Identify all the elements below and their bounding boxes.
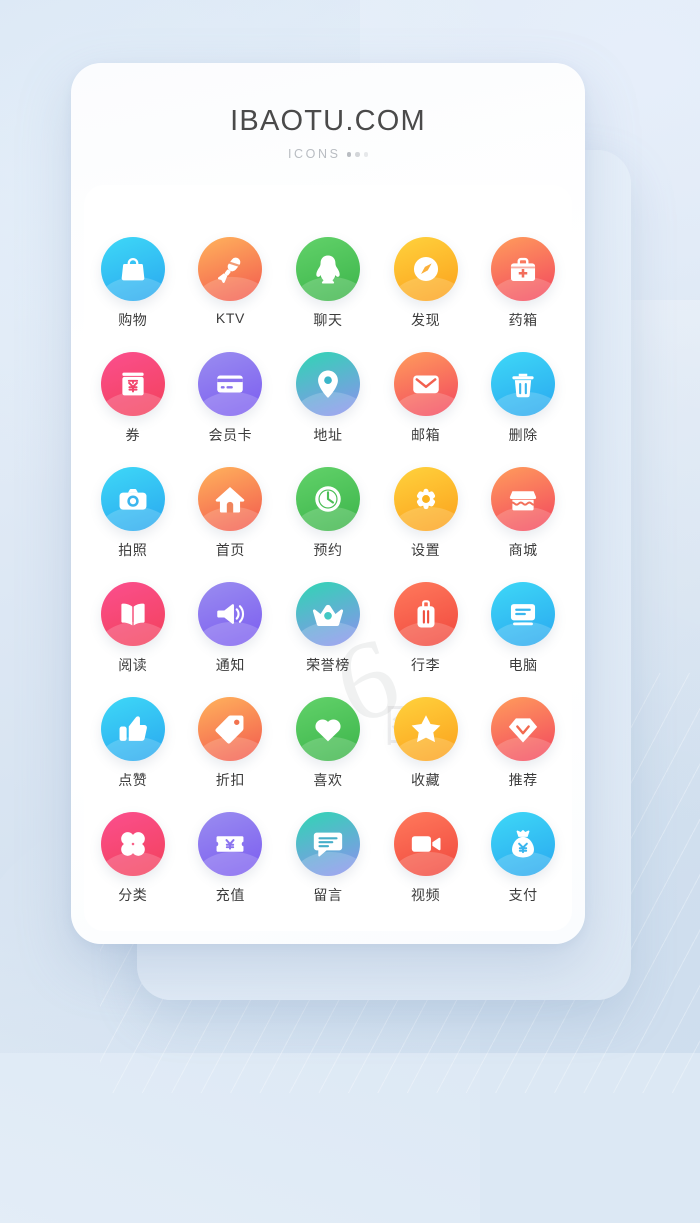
icon-label: 行李 <box>410 657 441 673</box>
icon-label: 电脑 <box>508 657 538 673</box>
open-book-icon[interactable] <box>100 582 165 646</box>
message-comment-icon[interactable] <box>295 812 360 876</box>
icon-label: 荣誉榜 <box>306 657 350 673</box>
icon-grid: 购物 KTV 聊天 发现 药箱券 会员卡 地址 邮箱 删除拍照 首页 预约 设置 商城阅读 通知 荣誉榜 行李… <box>84 237 572 905</box>
icon-cell-home[interactable]: 首页 <box>182 467 280 560</box>
money-bag-pay-icon[interactable] <box>491 812 556 876</box>
computer-monitor-icon[interactable] <box>491 582 556 646</box>
icon-label: 喜欢 <box>313 772 343 788</box>
icon-cell-crown-honor[interactable]: 荣誉榜 <box>279 582 377 675</box>
icon-cell-trash-delete[interactable]: 删除 <box>474 352 572 445</box>
trash-delete-icon[interactable] <box>491 352 556 416</box>
icon-cell-location-pin[interactable]: 地址 <box>279 352 377 445</box>
video-camera-icon[interactable] <box>393 812 458 876</box>
icon-cell-membership-card[interactable]: 会员卡 <box>182 352 280 445</box>
card-header: IBAOTU.COM ICONS <box>71 63 585 161</box>
icon-label: 阅读 <box>118 657 148 673</box>
page-title: IBAOTU.COM <box>230 105 426 137</box>
clock-appointment-icon[interactable] <box>295 467 360 531</box>
icon-label: 邮箱 <box>410 427 441 443</box>
speaker-notification-icon[interactable] <box>198 582 263 646</box>
icon-cell-compass[interactable]: 发现 <box>377 237 475 330</box>
icon-label: 药箱 <box>508 312 538 328</box>
icon-label: 充值 <box>215 887 245 903</box>
location-pin-icon[interactable] <box>295 352 360 416</box>
icon-label: KTV <box>215 310 245 326</box>
gear-settings-icon[interactable] <box>393 467 458 531</box>
microphone-icon[interactable] <box>198 237 263 301</box>
coupon-yuan-icon[interactable] <box>100 352 165 416</box>
icon-label: 视频 <box>410 887 441 903</box>
icon-cell-category-clover[interactable]: 分类 <box>84 812 182 905</box>
home-icon[interactable] <box>198 467 263 531</box>
icon-label: 聊天 <box>313 312 343 328</box>
icon-label: 通知 <box>215 657 245 673</box>
icon-cell-store-shop[interactable]: 商城 <box>474 467 572 560</box>
icon-cell-gear-settings[interactable]: 设置 <box>377 467 475 560</box>
icon-cell-coupon-yuan[interactable]: 券 <box>84 352 182 445</box>
icon-cell-heart-like[interactable]: 喜欢 <box>279 697 377 790</box>
ellipsis-dots-icon <box>346 151 369 157</box>
recharge-ticket-icon[interactable] <box>198 812 263 876</box>
shopping-bag-icon[interactable] <box>100 237 165 301</box>
icon-cell-money-bag-pay[interactable]: 支付 <box>474 812 572 905</box>
icon-cell-luggage[interactable]: 行李 <box>377 582 475 675</box>
diamond-recommend-icon[interactable] <box>491 697 556 761</box>
icon-cell-clock-appointment[interactable]: 预约 <box>279 467 377 560</box>
thumbs-up-icon[interactable] <box>100 697 165 761</box>
icon-label: 发现 <box>410 312 441 328</box>
icon-cell-penguin-chat[interactable]: 聊天 <box>279 237 377 330</box>
icon-label: 支付 <box>508 887 538 903</box>
icon-cell-video-camera[interactable]: 视频 <box>377 812 475 905</box>
subtitle-row: ICONS <box>71 147 585 161</box>
icon-label: 设置 <box>410 542 441 558</box>
icon-label: 留言 <box>313 887 343 903</box>
penguin-chat-icon[interactable] <box>295 237 360 301</box>
icon-cell-open-book[interactable]: 阅读 <box>84 582 182 675</box>
icon-label: 商城 <box>508 542 538 558</box>
icon-cell-microphone[interactable]: KTV <box>182 237 280 330</box>
icon-cell-shopping-bag[interactable]: 购物 <box>84 237 182 330</box>
icon-cell-mail-envelope[interactable]: 邮箱 <box>377 352 475 445</box>
icon-cell-diamond-recommend[interactable]: 推荐 <box>474 697 572 790</box>
icon-cell-speaker-notification[interactable]: 通知 <box>182 582 280 675</box>
icon-label: 地址 <box>313 427 343 443</box>
store-shop-icon[interactable] <box>491 467 556 531</box>
icon-label: 分类 <box>118 887 148 903</box>
icon-label: 购物 <box>118 312 148 328</box>
icon-label: 会员卡 <box>208 427 253 443</box>
icon-label: 推荐 <box>508 772 538 788</box>
heart-like-icon[interactable] <box>295 697 360 761</box>
membership-card-icon[interactable] <box>198 352 263 416</box>
icon-label: 拍照 <box>118 542 148 558</box>
compass-icon[interactable] <box>393 237 458 301</box>
icon-cell-thumbs-up[interactable]: 点赞 <box>84 697 182 790</box>
camera-icon[interactable] <box>100 467 165 531</box>
discount-tag-icon[interactable] <box>198 697 263 761</box>
icon-cell-camera[interactable]: 拍照 <box>84 467 182 560</box>
icon-set-card: IBAOTU.COM ICONS 6 图 购物KTV聊天发现药箱券会员卡地址邮箱… <box>71 63 585 944</box>
star-favorite-icon[interactable] <box>393 697 458 761</box>
icon-label: 删除 <box>508 427 538 443</box>
category-clover-icon[interactable] <box>100 812 165 876</box>
luggage-icon[interactable] <box>393 582 458 646</box>
icon-label: 点赞 <box>118 772 148 788</box>
icon-label: 券 <box>125 427 141 443</box>
icon-cell-star-favorite[interactable]: 收藏 <box>377 697 475 790</box>
icon-cell-computer-monitor[interactable]: 电脑 <box>474 582 572 675</box>
icon-label: 折扣 <box>215 772 245 788</box>
icon-cell-medical-kit[interactable]: 药箱 <box>474 237 572 330</box>
icon-label: 预约 <box>313 542 343 558</box>
icon-label: 收藏 <box>410 772 441 788</box>
crown-honor-icon[interactable] <box>295 582 360 646</box>
icon-cell-recharge-ticket[interactable]: 充值 <box>182 812 280 905</box>
subtitle: ICONS <box>287 147 341 161</box>
medical-kit-icon[interactable] <box>491 237 556 301</box>
icon-cell-discount-tag[interactable]: 折扣 <box>182 697 280 790</box>
mail-envelope-icon[interactable] <box>393 352 458 416</box>
icon-grid-panel: 6 图 购物KTV聊天发现药箱券会员卡地址邮箱删除拍照首页预约设置商城阅读通知荣… <box>84 185 572 931</box>
icon-label: 首页 <box>215 542 245 558</box>
icon-cell-message-comment[interactable]: 留言 <box>279 812 377 905</box>
